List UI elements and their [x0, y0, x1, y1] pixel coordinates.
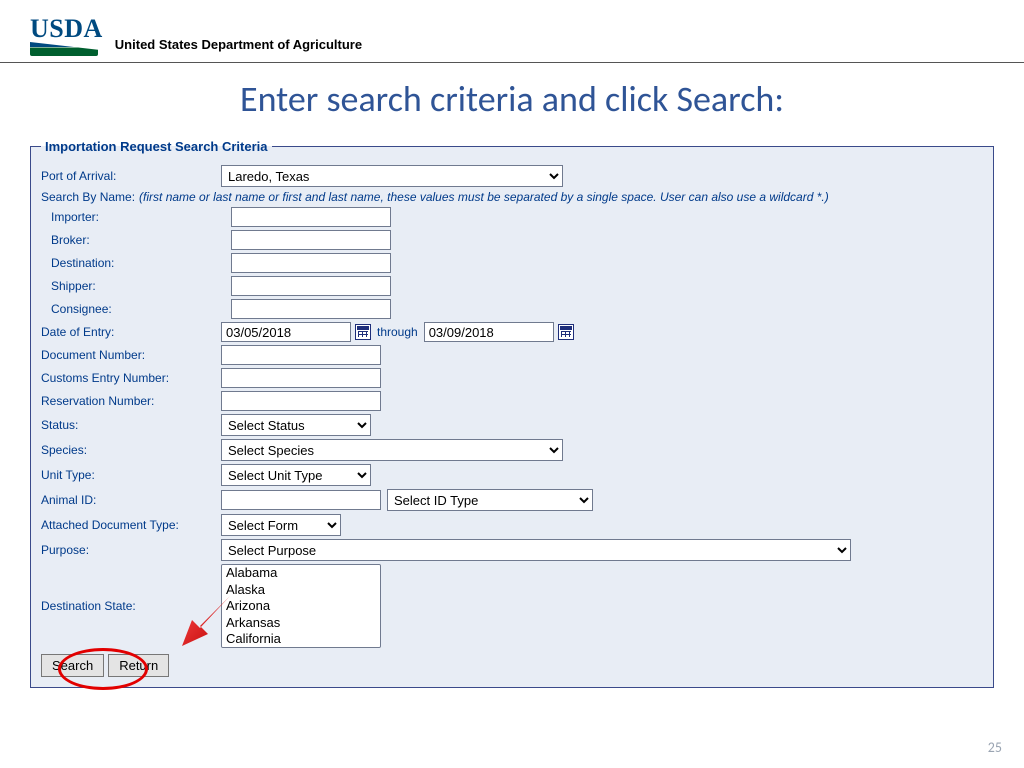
state-option[interactable]: California	[224, 631, 378, 648]
state-option[interactable]: Arkansas	[224, 615, 378, 632]
calendar-icon[interactable]	[355, 324, 371, 340]
label-attached-doc: Attached Document Type:	[41, 518, 221, 532]
destination-input[interactable]	[231, 253, 391, 273]
label-dest-state: Destination State:	[41, 599, 221, 613]
page-number: 25	[988, 739, 1002, 756]
search-hint: (first name or last name or first and la…	[139, 190, 829, 204]
fieldset-legend: Importation Request Search Criteria	[41, 139, 272, 154]
search-criteria-fieldset: Importation Request Search Criteria Port…	[30, 139, 994, 688]
slide-title: Enter search criteria and click Search:	[0, 77, 1024, 121]
shipper-input[interactable]	[231, 276, 391, 296]
label-consignee: Consignee:	[41, 302, 231, 316]
document-number-input[interactable]	[221, 345, 381, 365]
date-from-input[interactable]	[221, 322, 351, 342]
reservation-number-input[interactable]	[221, 391, 381, 411]
status-select[interactable]: Select Status	[221, 414, 371, 436]
label-animal-id: Animal ID:	[41, 493, 221, 507]
site-header: USDA United States Department of Agricul…	[0, 10, 1024, 63]
species-select[interactable]: Select Species	[221, 439, 563, 461]
through-label: through	[377, 325, 418, 339]
date-to-input[interactable]	[424, 322, 554, 342]
state-option[interactable]: Alaska	[224, 582, 378, 599]
usda-logo: USDA	[30, 14, 103, 56]
search-button[interactable]: Search	[41, 654, 104, 677]
state-option[interactable]: Alabama	[224, 565, 378, 582]
state-option[interactable]: Arizona	[224, 598, 378, 615]
usda-logo-swoosh-icon	[30, 42, 98, 56]
label-shipper: Shipper:	[41, 279, 231, 293]
label-customs: Customs Entry Number:	[41, 371, 221, 385]
label-search-by-name: Search By Name:	[41, 190, 135, 204]
label-reservation: Reservation Number:	[41, 394, 221, 408]
attached-doc-select[interactable]: Select Form	[221, 514, 341, 536]
label-species: Species:	[41, 443, 221, 457]
consignee-input[interactable]	[231, 299, 391, 319]
label-port: Port of Arrival:	[41, 169, 221, 183]
usda-logo-text: USDA	[30, 14, 103, 44]
department-name: United States Department of Agriculture	[115, 37, 362, 56]
label-date-of-entry: Date of Entry:	[41, 325, 221, 339]
label-destination: Destination:	[41, 256, 231, 270]
label-status: Status:	[41, 418, 221, 432]
destination-state-list[interactable]: AlabamaAlaskaArizonaArkansasCalifornia	[221, 564, 381, 648]
animal-id-input[interactable]	[221, 490, 381, 510]
calendar-icon[interactable]	[558, 324, 574, 340]
label-broker: Broker:	[41, 233, 231, 247]
label-importer: Importer:	[41, 210, 231, 224]
id-type-select[interactable]: Select ID Type	[387, 489, 593, 511]
importer-input[interactable]	[231, 207, 391, 227]
purpose-select[interactable]: Select Purpose	[221, 539, 851, 561]
label-doc-number: Document Number:	[41, 348, 221, 362]
customs-entry-input[interactable]	[221, 368, 381, 388]
label-unit-type: Unit Type:	[41, 468, 221, 482]
port-of-arrival-select[interactable]: Laredo, Texas	[221, 165, 563, 187]
unit-type-select[interactable]: Select Unit Type	[221, 464, 371, 486]
label-purpose: Purpose:	[41, 543, 221, 557]
broker-input[interactable]	[231, 230, 391, 250]
return-button[interactable]: Return	[108, 654, 169, 677]
